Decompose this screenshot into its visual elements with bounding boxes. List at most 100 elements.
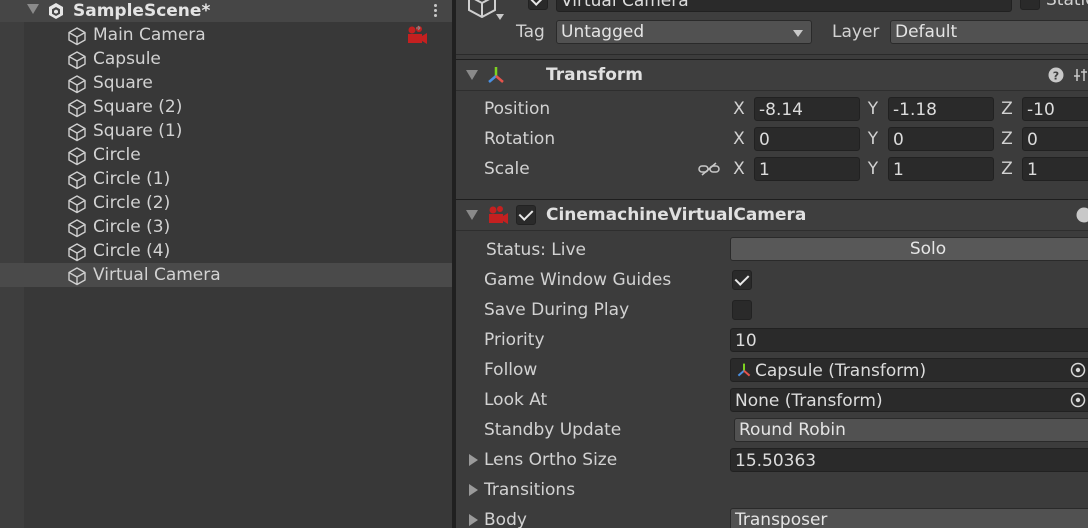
lens-ortho-size-field[interactable]: 15.50363 (730, 448, 1088, 472)
save-during-play-checkbox[interactable] (732, 300, 752, 320)
scene-menu-icon[interactable] (427, 2, 443, 20)
standby-update-label: Standby Update (484, 420, 622, 440)
game-window-guides-checkbox[interactable] (732, 270, 752, 290)
position-z-field[interactable]: -10 (1022, 97, 1088, 121)
hierarchy-item-label: Square (93, 73, 153, 93)
vcam-help-icon[interactable] (1076, 207, 1088, 223)
layer-value: Default (895, 22, 958, 42)
follow-value: Capsule (Transform) (755, 361, 927, 381)
body-dropdown[interactable]: Transposer (730, 508, 1088, 528)
follow-label: Follow (484, 360, 538, 380)
hierarchy-item-label: Square (2) (93, 97, 183, 117)
scene-row[interactable]: SampleScene* (0, 0, 452, 22)
cube-icon (68, 147, 86, 166)
cinemachine-brain-icon (408, 25, 427, 44)
body-foldout-icon[interactable] (469, 514, 478, 526)
hierarchy-item[interactable]: Square (0, 71, 452, 95)
rotation-x-axis-label[interactable]: X (732, 125, 746, 153)
position-label: Position (484, 99, 551, 119)
priority-field[interactable]: 10 (730, 328, 1088, 352)
body-label[interactable]: Body (484, 506, 527, 528)
look-at-field[interactable]: None (Transform) (730, 388, 1088, 412)
position-x-field[interactable]: -8.14 (754, 97, 860, 121)
chevron-down-icon (793, 30, 803, 37)
scale-z-field[interactable]: 1 (1022, 157, 1088, 181)
cube-icon (68, 243, 86, 262)
help-icon[interactable]: ? (1048, 67, 1064, 83)
hierarchy-item[interactable]: Circle (1) (0, 167, 452, 191)
scale-y-axis-label[interactable]: Y (866, 155, 880, 183)
scale-y-field[interactable]: 1 (888, 157, 994, 181)
vcam-enabled-checkbox[interactable] (516, 205, 536, 225)
hierarchy-panel: SampleScene* Main Camera Capsule Square Squ… (0, 0, 452, 528)
object-picker-icon[interactable] (1069, 361, 1087, 379)
hierarchy-item[interactable]: Square (1) (0, 119, 452, 143)
transform-header[interactable]: Transform ? (456, 59, 1088, 91)
hierarchy-item[interactable]: Virtual Camera (0, 263, 452, 287)
solo-button[interactable]: Solo (730, 237, 1088, 261)
scale-z-axis-label[interactable]: Z (1000, 155, 1014, 183)
static-checkbox[interactable] (1020, 0, 1040, 10)
unity-logo-icon (49, 3, 63, 19)
rotation-z-field[interactable]: 0 (1022, 127, 1088, 151)
hierarchy-item[interactable]: Circle (0, 143, 452, 167)
tag-dropdown[interactable]: Untagged (556, 20, 812, 44)
layer-label: Layer (832, 22, 880, 42)
hierarchy-item-label: Circle (93, 145, 141, 165)
position-z-axis-label[interactable]: Z (1000, 95, 1014, 123)
hierarchy-item[interactable]: Main Camera (0, 23, 452, 47)
cube-icon (68, 219, 86, 238)
vcam-foldout-icon[interactable] (466, 210, 478, 220)
hierarchy-item-label: Square (1) (93, 121, 183, 141)
position-x-axis-label[interactable]: X (732, 95, 746, 123)
active-checkbox[interactable] (528, 0, 548, 10)
rotation-y-axis-label[interactable]: Y (866, 125, 880, 153)
vcam-header[interactable]: CinemachineVirtualCamera (456, 199, 1088, 231)
hierarchy-item[interactable]: Capsule (0, 47, 452, 71)
status-label: Status: Live (486, 240, 587, 260)
scene-name: SampleScene* (73, 1, 211, 21)
object-name-field[interactable]: Virtual Camera (556, 0, 1012, 12)
transform-foldout-icon[interactable] (466, 70, 478, 80)
icon-dropdown-arrow-icon[interactable] (496, 14, 504, 20)
tag-value: Untagged (561, 22, 645, 42)
hierarchy-item[interactable]: Square (2) (0, 95, 452, 119)
rotation-x-field[interactable]: 0 (754, 127, 860, 151)
vcam-title: CinemachineVirtualCamera (546, 205, 807, 225)
presets-icon[interactable] (1074, 67, 1088, 83)
lens-foldout-icon[interactable] (469, 454, 478, 466)
scale-x-axis-label[interactable]: X (732, 155, 746, 183)
cube-icon (68, 27, 86, 46)
hierarchy-item[interactable]: Circle (3) (0, 215, 452, 239)
transitions-foldout-icon[interactable] (469, 484, 478, 496)
position-y-axis-label[interactable]: Y (866, 95, 880, 123)
gameobject-cube-icon (468, 0, 496, 18)
rotation-z-axis-label[interactable]: Z (1000, 125, 1014, 153)
standby-update-dropdown[interactable]: Round Robin (734, 418, 1088, 442)
transform-axes-icon (488, 67, 504, 83)
body-value: Transposer (735, 510, 828, 528)
hierarchy-item[interactable]: Circle (4) (0, 239, 452, 263)
cinemachine-camera-icon (489, 206, 508, 224)
hierarchy-item-label: Circle (3) (93, 217, 171, 237)
constrain-proportions-icon[interactable] (698, 161, 720, 177)
position-y-field[interactable]: -1.18 (888, 97, 994, 121)
cube-icon (68, 267, 86, 286)
hierarchy-item[interactable]: Circle (2) (0, 191, 452, 215)
cube-icon (68, 51, 86, 70)
static-label: Static (1046, 0, 1088, 10)
lens-ortho-size-label: Lens Ortho Size (484, 450, 618, 470)
collapse-arrow-icon[interactable] (27, 4, 39, 14)
hierarchy-item-label: Capsule (93, 49, 161, 69)
transitions-label[interactable]: Transitions (484, 476, 575, 504)
scale-label: Scale (484, 159, 530, 179)
inspector-panel: Virtual Camera Static Tag Untagged Layer… (456, 0, 1088, 528)
hierarchy-item-label: Virtual Camera (93, 265, 221, 285)
layer-dropdown[interactable]: Default (890, 20, 1088, 44)
cube-icon (68, 195, 86, 214)
object-picker-icon[interactable] (1069, 391, 1087, 409)
scale-x-field[interactable]: 1 (754, 157, 860, 181)
rotation-y-field[interactable]: 0 (888, 127, 994, 151)
hierarchy-item-label: Circle (1) (93, 169, 171, 189)
follow-field[interactable]: Capsule (Transform) (730, 358, 1088, 382)
